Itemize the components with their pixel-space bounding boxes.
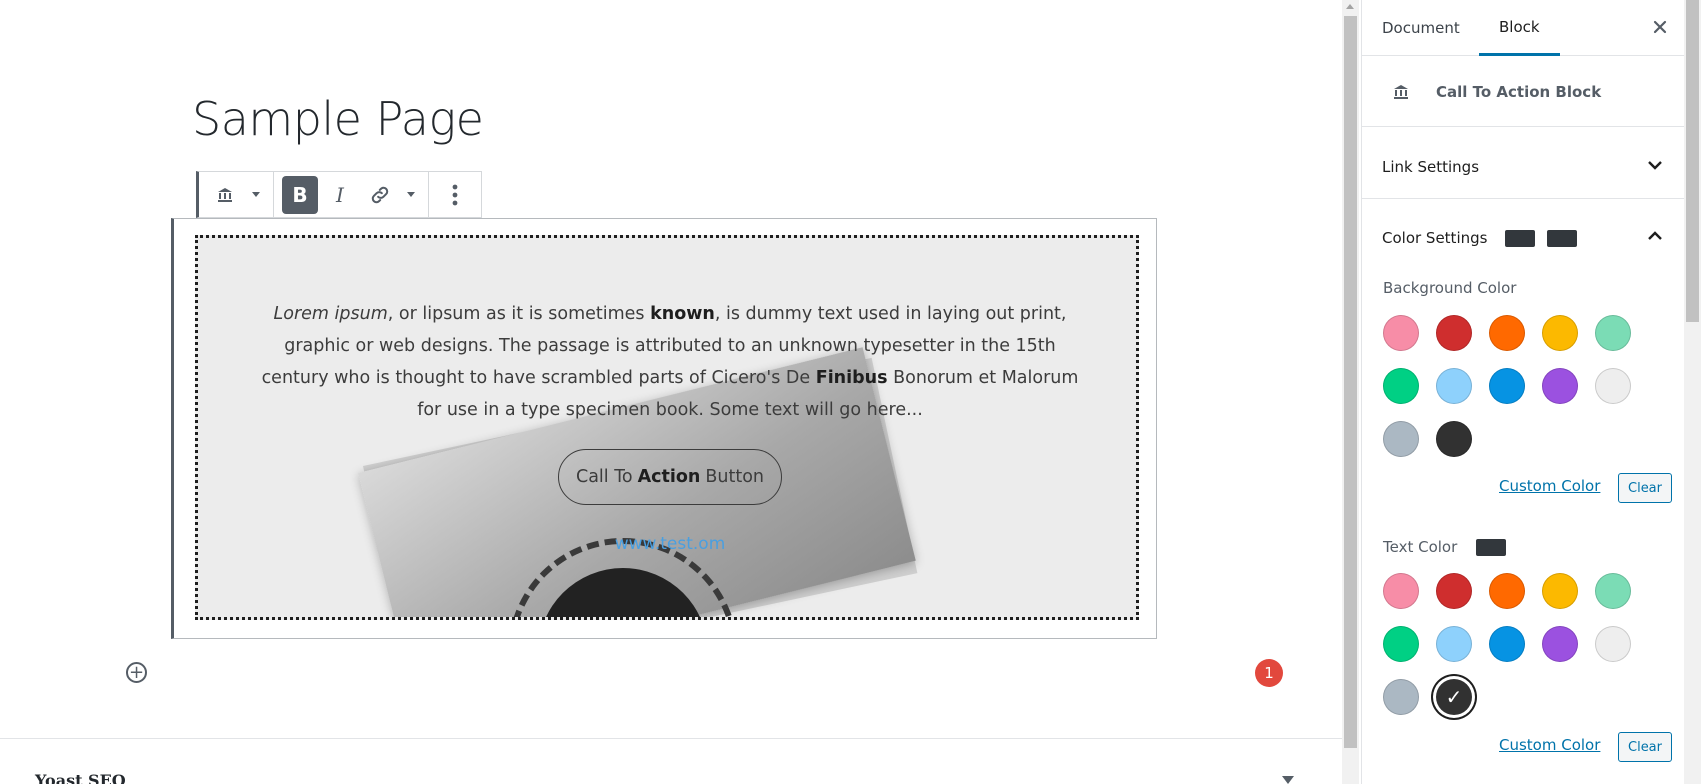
- close-icon: [1653, 20, 1667, 34]
- block-toolbar: B I: [196, 171, 482, 218]
- divider: [0, 738, 1342, 739]
- text-custom-color-link[interactable]: Custom Color: [1499, 736, 1600, 754]
- tab-block[interactable]: Block: [1479, 0, 1560, 56]
- text-span: Lorem ipsum: [273, 304, 388, 324]
- bank-icon: [1392, 83, 1410, 101]
- block-switcher-group: [199, 172, 274, 217]
- sidebar-tabs: Document Block: [1362, 0, 1684, 56]
- plus-icon: +: [128, 661, 145, 683]
- background-color-swatch[interactable]: [1436, 368, 1472, 404]
- text-color-swatch[interactable]: [1436, 573, 1472, 609]
- scrollbar-thumb[interactable]: [1686, 0, 1699, 322]
- cta-button-label-pre: Call To: [575, 467, 633, 487]
- background-color-swatch[interactable]: [1489, 368, 1525, 404]
- background-custom-color-link[interactable]: Custom Color: [1499, 477, 1600, 495]
- block-card: Call To Action Block: [1362, 57, 1684, 127]
- text-color-label-text: Text Color: [1383, 538, 1458, 556]
- close-sidebar-button[interactable]: [1647, 14, 1673, 40]
- tab-document[interactable]: Document: [1362, 0, 1480, 56]
- cta-container: Lorem ipsum, or lipsum as it is sometime…: [195, 235, 1139, 620]
- settings-sidebar: Document Block Call To Action Block Link…: [1361, 0, 1684, 784]
- text-span: Finibus: [815, 368, 888, 388]
- text-color-swatch[interactable]: [1436, 626, 1472, 662]
- text-color-indicator: [1547, 229, 1578, 247]
- editor-scrollbar[interactable]: [1342, 0, 1359, 784]
- page-title[interactable]: Sample Page: [192, 92, 484, 146]
- block-type-button[interactable]: [207, 176, 243, 214]
- background-color-label: Background Color: [1383, 279, 1517, 297]
- text-color-swatch[interactable]: [1489, 626, 1525, 662]
- background-color-indicator: [1505, 229, 1536, 247]
- chevron-down-icon: [1648, 161, 1662, 170]
- vertical-ellipsis-icon: [452, 184, 458, 205]
- background-color-swatch[interactable]: [1595, 315, 1631, 351]
- bank-icon: [218, 187, 232, 202]
- text-color-label: Text Color: [1383, 538, 1507, 556]
- background-color-swatch[interactable]: [1383, 368, 1419, 404]
- text-color-swatch[interactable]: [1542, 573, 1578, 609]
- panel-title: Link Settings: [1382, 157, 1480, 176]
- format-group: B I: [274, 172, 429, 217]
- scroll-up-icon[interactable]: [1346, 4, 1354, 9]
- text-color-swatch[interactable]: [1383, 679, 1419, 715]
- editor-canvas: Sample Page B I Lorem ipsum, or lipsum a…: [0, 0, 1342, 784]
- background-color-swatch[interactable]: [1383, 315, 1419, 351]
- text-clear-button[interactable]: Clear: [1618, 732, 1672, 762]
- background-color-swatch[interactable]: [1542, 315, 1578, 351]
- background-clear-button[interactable]: Clear: [1618, 473, 1672, 503]
- cta-button-label-bold: Action: [637, 467, 701, 487]
- text-color-swatch[interactable]: ✓: [1436, 679, 1472, 715]
- text-span: known: [650, 304, 715, 324]
- background-color-palette: [1383, 315, 1663, 457]
- background-color-swatch[interactable]: [1542, 368, 1578, 404]
- triangle-down-icon[interactable]: [1282, 776, 1294, 784]
- cta-link-url[interactable]: www.test.om: [198, 534, 1136, 554]
- link-button[interactable]: [362, 176, 398, 214]
- text-color-swatch[interactable]: [1542, 626, 1578, 662]
- add-block-button[interactable]: +: [126, 662, 147, 683]
- text-color-swatch[interactable]: [1383, 573, 1419, 609]
- background-color-swatch[interactable]: [1436, 421, 1472, 457]
- caret-down-icon: [252, 192, 260, 197]
- block-type-dropdown[interactable]: [247, 176, 265, 214]
- text-color-swatch[interactable]: [1383, 626, 1419, 662]
- chevron-up-icon: [1648, 231, 1662, 240]
- caret-down-icon: [407, 192, 415, 197]
- background-color-swatch[interactable]: [1436, 315, 1472, 351]
- notification-badge[interactable]: 1: [1255, 659, 1283, 687]
- more-options-button[interactable]: [437, 176, 473, 214]
- text-span: , or lipsum as it is sometimes: [387, 304, 651, 324]
- background-color-swatch[interactable]: [1595, 368, 1631, 404]
- text-color-swatch[interactable]: [1595, 626, 1631, 662]
- cta-button-label-post: Button: [705, 467, 765, 487]
- yoast-seo-panel-title[interactable]: Yoast SEO: [35, 771, 126, 784]
- more-options-group: [429, 172, 481, 217]
- more-formats-dropdown[interactable]: [402, 176, 420, 214]
- text-color-palette: ✓: [1383, 573, 1663, 715]
- sidebar-scrollbar[interactable]: [1684, 0, 1701, 784]
- cta-text[interactable]: Lorem ipsum, or lipsum as it is sometime…: [248, 298, 1092, 426]
- italic-button[interactable]: I: [322, 176, 358, 214]
- bold-button[interactable]: B: [282, 175, 318, 214]
- scrollbar-thumb[interactable]: [1344, 16, 1357, 748]
- link-settings-panel-toggle[interactable]: Link Settings: [1362, 135, 1684, 199]
- text-color-swatch[interactable]: [1489, 573, 1525, 609]
- color-settings-panel-toggle[interactable]: Color Settings: [1362, 206, 1684, 270]
- panel-title: Color Settings: [1382, 229, 1488, 247]
- block-card-title: Call To Action Block: [1436, 82, 1602, 101]
- cta-button[interactable]: Call To Action Button: [558, 449, 782, 505]
- text-color-swatch[interactable]: [1595, 573, 1631, 609]
- call-to-action-block[interactable]: Lorem ipsum, or lipsum as it is sometime…: [171, 218, 1157, 639]
- checkmark-icon: ✓: [1445, 685, 1463, 709]
- text-color-indicator: [1476, 539, 1507, 556]
- background-color-swatch[interactable]: [1489, 315, 1525, 351]
- link-icon: [371, 186, 389, 203]
- background-color-swatch[interactable]: [1383, 421, 1419, 457]
